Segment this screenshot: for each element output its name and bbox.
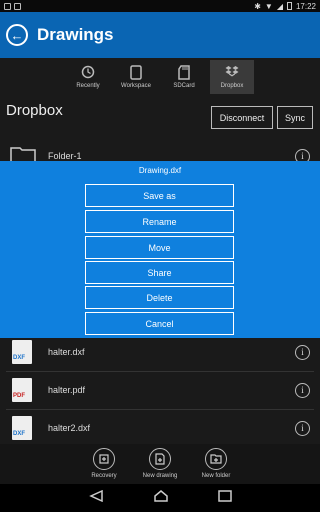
new-drawing-icon (149, 448, 171, 470)
clock-text: 17:22 (295, 1, 316, 11)
new-drawing-button[interactable]: New drawing (139, 444, 181, 484)
dropbox-icon (225, 65, 239, 79)
notification-icon (4, 2, 11, 10)
system-nav-bar (0, 484, 320, 512)
bottom-toolbar: Recovery New drawing New folder (0, 444, 320, 484)
sdcard-icon (177, 64, 191, 80)
new-folder-label: New folder (201, 473, 231, 479)
back-button[interactable]: ← (6, 24, 28, 46)
new-folder-button[interactable]: New folder (195, 444, 237, 484)
save-as-button[interactable]: Save as (85, 184, 234, 207)
file-action-dialog: Drawing.dxf Save as Rename Move Share De… (0, 161, 320, 338)
tab-label: Recently (76, 83, 100, 89)
recovery-label: Recovery (91, 473, 117, 479)
notification-icon (14, 2, 21, 10)
tab-label: SDCard (173, 83, 195, 89)
bluetooth-icon: ✱ (254, 1, 261, 11)
clock-icon (81, 65, 95, 79)
recovery-icon (93, 448, 115, 470)
dialog-title: Drawing.dxf (138, 166, 182, 175)
cancel-button[interactable]: Cancel (85, 312, 234, 335)
new-drawing-label: New drawing (142, 473, 178, 479)
dxf-file-icon: DXF (12, 416, 32, 440)
back-nav-icon[interactable] (88, 489, 104, 507)
signal-icon: ◢ (276, 1, 283, 11)
move-button[interactable]: Move (85, 236, 234, 259)
recovery-button[interactable]: Recovery (83, 444, 125, 484)
tab-workspace[interactable]: Workspace (114, 60, 158, 94)
home-nav-icon[interactable] (154, 489, 168, 507)
disconnect-button[interactable]: Disconnect (211, 106, 273, 129)
tablet-icon (129, 64, 143, 80)
arrow-left-icon: ← (10, 27, 24, 43)
pdf-file-icon: PDF (12, 378, 32, 402)
list-item[interactable]: PDF halter.pdf i (0, 371, 320, 409)
file-name: Folder-1 (48, 151, 82, 161)
section-title: Dropbox (6, 102, 63, 119)
dxf-file-icon: DXF (12, 340, 32, 364)
new-folder-icon (205, 448, 227, 470)
status-bar: ✱ ▼ ◢ 17:22 (0, 0, 320, 12)
storage-tabs: Recently Workspace SDCard Dropbox (0, 58, 320, 96)
recents-nav-icon[interactable] (218, 489, 232, 507)
file-name: halter.pdf (48, 385, 86, 395)
file-name: halter2.dxf (48, 423, 91, 433)
app-title: Drawings (37, 25, 114, 44)
app-bar: ← Drawings (0, 12, 320, 58)
tab-recently[interactable]: Recently (66, 60, 110, 94)
list-item[interactable]: DXF halter.dxf i (0, 333, 320, 371)
tab-label: Dropbox (220, 83, 244, 89)
tab-dropbox[interactable]: Dropbox (210, 60, 254, 94)
tab-sdcard[interactable]: SDCard (162, 60, 206, 94)
delete-button[interactable]: Delete (85, 286, 234, 309)
wifi-icon: ▼ (264, 1, 273, 11)
tab-label: Workspace (121, 83, 151, 89)
list-item[interactable]: DXF halter2.dxf i (0, 409, 320, 447)
share-button[interactable]: Share (85, 261, 234, 284)
info-icon[interactable]: i (295, 420, 310, 436)
info-icon[interactable]: i (295, 344, 310, 360)
battery-icon (286, 2, 292, 10)
sync-button[interactable]: Sync (277, 106, 313, 129)
info-icon[interactable]: i (295, 382, 310, 398)
file-name: halter.dxf (48, 347, 85, 357)
rename-button[interactable]: Rename (85, 210, 234, 233)
